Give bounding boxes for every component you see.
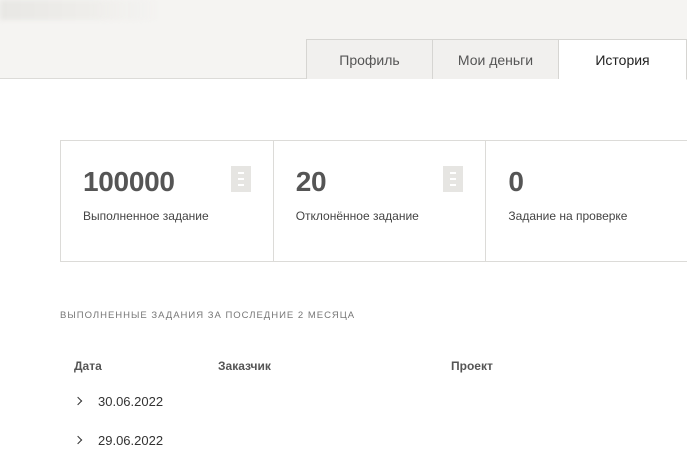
stat-pending-label: Задание на проверке [508,209,628,223]
tab-my-money[interactable]: Мои деньги [433,39,559,79]
stat-pending: 0 Задание на проверке [486,141,687,261]
document-icon [443,166,464,192]
table-row[interactable]: 30.06.2022 [73,391,164,411]
chevron-right-icon[interactable] [73,396,83,406]
tab-history[interactable]: История [559,39,687,80]
history-page: Профиль Мои деньги История 100000 Выполн… [0,0,687,458]
document-icon [230,166,251,192]
row-date: 29.06.2022 [98,432,164,448]
tab-profile[interactable]: Профиль [306,39,433,79]
column-header-date: Дата [74,359,102,373]
chevron-right-icon[interactable] [73,435,83,445]
site-logo[interactable] [0,0,160,20]
column-header-project: Проект [451,359,493,373]
stat-pending-value: 0 [508,166,524,197]
stat-completed-label: Выполненное задание [83,209,209,223]
stat-completed: 100000 Выполненное задание [61,141,274,261]
section-title: ВЫПОЛНЕННЫЕ ЗАДАНИЯ ЗА ПОСЛЕДНИЕ 2 МЕСЯЦ… [60,310,356,321]
column-header-client: Заказчик [218,359,271,373]
task-stats-panel: 100000 Выполненное задание 20 Отклонённо… [60,140,687,262]
stat-rejected: 20 Отклонённое задание [274,141,487,261]
row-date: 30.06.2022 [98,393,164,409]
account-tabs: Профиль Мои деньги История [306,39,687,80]
stat-rejected-label: Отклонённое задание [295,209,419,223]
table-row[interactable]: 29.06.2022 [73,430,164,450]
